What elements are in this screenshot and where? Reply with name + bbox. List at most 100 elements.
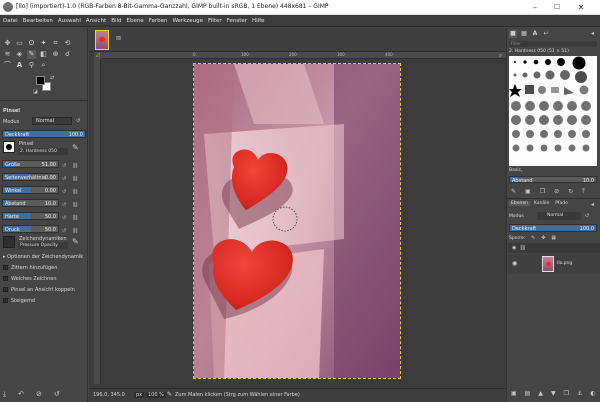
restore-preset-icon[interactable]: ↶	[18, 390, 24, 399]
brushes-dock-menu-icon[interactable]: ◂	[591, 30, 594, 37]
incremental-checkbox[interactable]: Steigernd	[3, 298, 35, 304]
move-tool-icon[interactable]: ✥	[3, 39, 12, 48]
lock-alpha-icon[interactable]: ▦	[551, 235, 556, 241]
menu-bild[interactable]: Bild	[111, 18, 121, 24]
new-brush-button-icon[interactable]: ▣	[525, 188, 531, 196]
layer-row[interactable]: ◉ Ilo.png	[508, 254, 600, 274]
color-picker-tool-icon[interactable]: ⚲	[27, 61, 36, 70]
image-tab-thumbnail[interactable]	[95, 30, 109, 50]
menu-bearbeiten[interactable]: Bearbeiten	[23, 18, 53, 24]
dynamics-options-expander[interactable]: ▸ Optionen der Zeichendynamik	[3, 254, 83, 260]
menu-farben[interactable]: Farben	[149, 18, 168, 24]
patterns-tab-icon[interactable]: ▦	[520, 30, 528, 38]
edit-brush-icon[interactable]: ✎	[72, 143, 79, 152]
quick-mask-corner-icon[interactable]: ◿	[94, 52, 101, 59]
dynamics-preview-button[interactable]	[3, 236, 15, 248]
menu-ansicht[interactable]: Ansicht	[86, 18, 106, 24]
menu-datei[interactable]: Datei	[3, 18, 18, 24]
slider-link-icons[interactable]: ⛓ ⛓ ⛓ ⛓ ⛓ ⛓	[72, 160, 78, 238]
aspect-ratio-slider[interactable]: Seitenverhältnis 0.00	[2, 173, 59, 181]
spacing-slider[interactable]: Abstand 10.0	[2, 199, 59, 207]
smooth-stroke-checkbox[interactable]: Weiches Zeichnen	[3, 276, 57, 282]
brush-grid[interactable]	[509, 56, 597, 166]
raise-layer-icon[interactable]: ▲	[538, 390, 543, 397]
tab-paths[interactable]: Pfade	[553, 201, 570, 206]
zoom-select[interactable]: 100 %	[146, 392, 166, 398]
maximize-button[interactable]: ☐	[548, 0, 566, 15]
reset-options-icon[interactable]: ↺	[54, 390, 60, 399]
tab-channels[interactable]: Kanäle	[532, 201, 551, 206]
edit-dynamics-icon[interactable]: ✎	[72, 237, 79, 246]
lock-position-icon[interactable]: ✥	[541, 235, 545, 241]
layer-mode-reset-icon[interactable]: ↺	[585, 213, 589, 219]
warp-tool-icon[interactable]: ≋	[3, 50, 12, 59]
slider-reset-icons[interactable]: ↺ ↺ ↺ ↺ ↺ ↺	[62, 160, 66, 238]
edit-brush-button-icon[interactable]: ✎	[511, 188, 516, 196]
reset-colors-icon[interactable]: ◪	[33, 89, 38, 95]
unit-select[interactable]: px	[134, 392, 145, 398]
menu-ebene[interactable]: Ebene	[127, 18, 144, 24]
menu-werkzeuge[interactable]: Werkzeuge	[172, 18, 203, 24]
rect-select-tool-icon[interactable]: ▭	[15, 39, 24, 48]
apply-jitter-checkbox[interactable]: Zittern hinzufügen	[3, 265, 57, 271]
angle-slider[interactable]: Winkel 0.00	[2, 186, 59, 194]
brushes-tab-icon[interactable]: ■	[509, 30, 517, 38]
brush-filter-field[interactable]: Filter	[509, 41, 597, 47]
layer-mode-select[interactable]: Normal	[537, 212, 581, 220]
open-brush-file-icon[interactable]: ⤒	[582, 188, 585, 196]
clone-tool-icon[interactable]: ⊛	[51, 50, 60, 59]
layer-visibility-icon[interactable]: ◉	[512, 260, 517, 267]
brush-preview-button[interactable]	[3, 141, 15, 153]
close-button[interactable]: ✕	[572, 0, 590, 15]
menu-filter[interactable]: Filter	[208, 18, 222, 24]
lock-brush-to-view-checkbox[interactable]: Pinsel an Ansicht koppeln	[3, 287, 75, 293]
bucket-fill-tool-icon[interactable]: ◈	[15, 50, 24, 59]
layer-opacity-slider[interactable]: Deckkraft 100.0	[509, 224, 597, 232]
path-tool-icon[interactable]: ⌒	[3, 61, 12, 70]
crop-tool-icon[interactable]: ⌗	[51, 39, 60, 48]
unified-transform-tool-icon[interactable]: ⟲	[63, 39, 72, 48]
menu-hilfe[interactable]: Hilfe	[252, 18, 265, 24]
new-layer-icon[interactable]: ▣	[511, 390, 517, 397]
save-preset-icon[interactable]: ⤓	[3, 390, 6, 399]
lower-layer-icon[interactable]: ▼	[551, 390, 556, 397]
document-history-tab-icon[interactable]: ↩	[542, 30, 550, 38]
lasso-tool-icon[interactable]: ʘ	[27, 39, 36, 48]
close-image-tab-icon[interactable]: ⊠	[116, 35, 121, 42]
duplicate-brush-button-icon[interactable]: ❐	[540, 188, 545, 196]
fuzzy-select-tool-icon[interactable]: ✦	[39, 39, 48, 48]
dynamics-field[interactable]: Pressure Opacity	[18, 242, 68, 249]
brush-name-field[interactable]: 2. Hardness 050	[18, 148, 68, 155]
delete-preset-icon[interactable]: ⊘	[36, 390, 42, 399]
eraser-tool-icon[interactable]: ◧	[39, 50, 48, 59]
delete-brush-button-icon[interactable]: ⊘	[554, 188, 559, 196]
foreground-color-swatch[interactable]	[36, 76, 45, 85]
smudge-tool-icon[interactable]: ☌	[63, 50, 72, 59]
swap-colors-icon[interactable]: ⇄	[50, 75, 54, 81]
brush-spacing-slider[interactable]: Abstand 10.0	[509, 176, 597, 184]
mode-reset-icon[interactable]: ↺	[76, 118, 80, 124]
anchor-layer-icon[interactable]: ⚓	[577, 390, 582, 397]
zoom-tool-icon[interactable]: ⌕	[39, 61, 48, 70]
opacity-slider[interactable]: Deckkraft 100.0	[2, 130, 86, 138]
fonts-tab-icon[interactable]: A	[531, 30, 539, 38]
refresh-brushes-button-icon[interactable]: ↻	[568, 188, 573, 196]
minimize-button[interactable]: –	[526, 0, 544, 15]
tab-layers[interactable]: Ebenen	[509, 201, 530, 206]
lock-pixels-icon[interactable]: ✎	[531, 235, 535, 241]
new-layer-group-icon[interactable]: ▤	[525, 390, 531, 397]
text-tool-icon[interactable]: A	[15, 61, 24, 70]
menu-auswahl[interactable]: Auswahl	[58, 18, 81, 24]
canvas-image[interactable]	[193, 63, 401, 379]
size-slider[interactable]: Größe 51.00	[2, 160, 59, 168]
mask-layer-icon[interactable]: ◐	[590, 390, 595, 397]
paintbrush-tool-icon[interactable]: ✎	[27, 50, 36, 59]
mode-select[interactable]: Normal	[32, 117, 72, 125]
duplicate-layer-icon[interactable]: ❐	[564, 390, 569, 397]
layers-dock-menu-icon[interactable]: ◂	[591, 201, 594, 208]
force-slider[interactable]: Druck 50.0	[2, 225, 59, 233]
menu-fenster[interactable]: Fenster	[227, 18, 247, 24]
zoom-corner-icon[interactable]: ⌕	[499, 52, 502, 60]
right-dock: ■ ▦ A ↩ ◂ Filter 2. Hardness 050 (51 × 5…	[506, 28, 600, 402]
hardness-slider[interactable]: Härte 50.0	[2, 212, 59, 220]
